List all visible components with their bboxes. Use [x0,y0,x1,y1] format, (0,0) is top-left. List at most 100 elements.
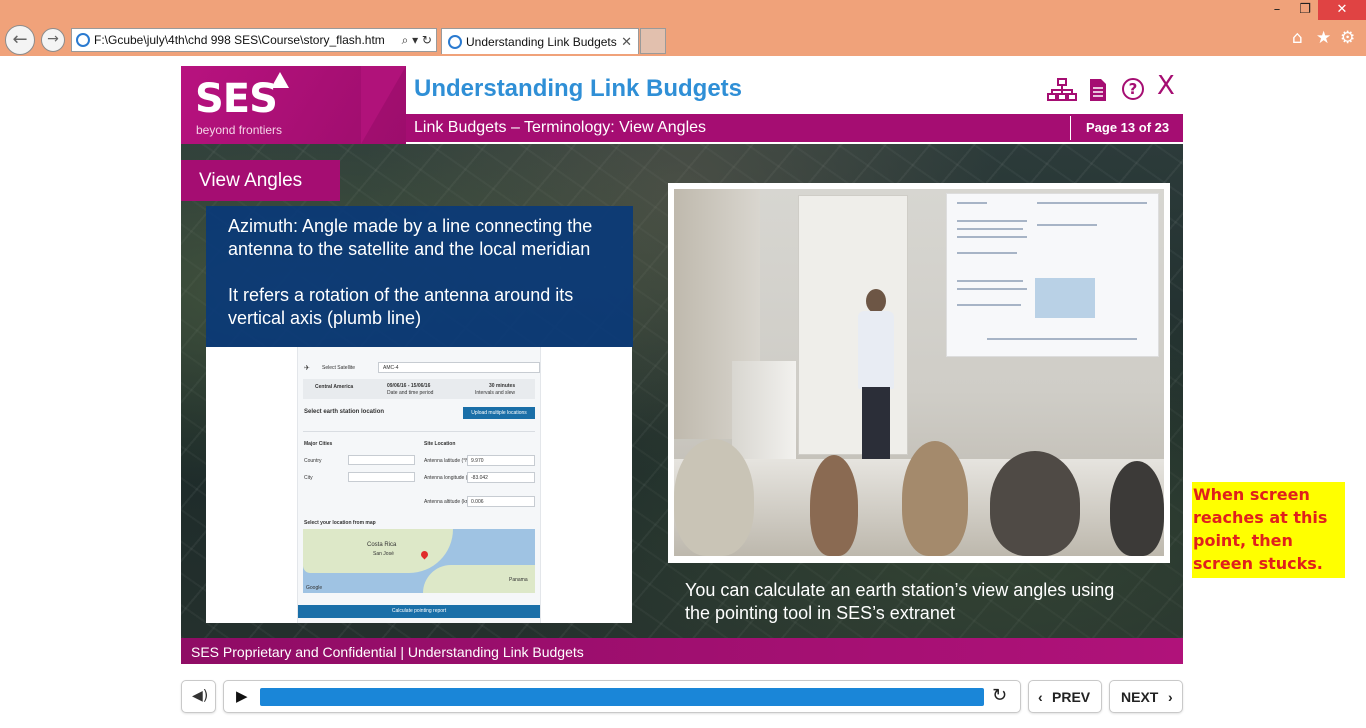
gear-icon[interactable]: ⚙ [1340,28,1355,48]
home-icon[interactable]: ⌂ [1292,28,1303,48]
annotation-note: When screen reaches at this point, then … [1192,482,1345,578]
logo-triangle-icon [271,72,289,88]
options-row: Central America 09/06/16 - 15/06/16 Date… [303,379,535,399]
country-label: Country [304,458,322,464]
longitude-value: -83.042 [471,475,488,481]
logo-wordmark: SES [195,76,278,122]
video-caption: You can calculate an earth station’s vie… [685,580,1115,623]
star-icon[interactable]: ★ [1316,28,1331,48]
play-icon[interactable]: ▶ [236,687,248,705]
screen-line [1037,224,1097,226]
prev-button[interactable]: ‹ PREV [1028,680,1102,713]
screen-line [957,220,1027,222]
satellite-select: AMC-4 [378,362,540,373]
close-icon[interactable]: X [1157,73,1175,99]
logo-tagline: beyond frontiers [196,123,283,137]
prev-chevron-icon: ‹ [1038,689,1043,705]
map-city-label: San José [373,551,394,557]
course-title: Understanding Link Budgets [414,75,743,102]
document-icon[interactable] [1089,78,1107,107]
playback-bar: ▶ ↻ [223,680,1021,713]
country-select [348,455,415,465]
course-stage: SES beyond frontiers Understanding Link … [181,66,1183,664]
satellite-value: AMC-4 [383,365,399,371]
map-panama-label: Panama [509,577,528,583]
next-chevron-icon: › [1168,689,1173,705]
screen-line [957,288,1027,290]
audience-member [674,439,754,556]
screen-line [957,236,1027,238]
lecture-video[interactable] [674,189,1164,556]
page-indicator: Page 13 of 23 [1086,120,1170,135]
window-close-icon[interactable]: ✕ [1318,0,1366,20]
volume-icon: ◀) [192,688,209,704]
date-range: 09/06/16 - 15/06/16 [387,383,431,389]
interval: 30 minutes [489,383,516,389]
prev-label: PREV [1052,689,1091,705]
audience-member [902,441,968,556]
new-tab-button[interactable] [640,28,666,54]
screen-line [1037,202,1147,204]
next-label: NEXT [1121,689,1159,705]
longitude-field: -83.042 [467,472,535,483]
city-label: City [304,475,313,481]
region-label: Central America [315,384,354,390]
major-cities-label: Major Cities [304,441,333,447]
definition-text-box: Azimuth: Angle made by a line connecting… [206,206,633,347]
tab-close-icon[interactable]: ✕ [621,29,632,55]
browser-tab[interactable]: Understanding Link Budgets ✕ [441,28,639,54]
slide-subtitle: Link Budgets – Terminology: View Angles [414,119,707,136]
minimize-icon[interactable]: – [1262,0,1292,20]
altitude-value: 0.006 [471,499,484,505]
forward-arrow-icon[interactable]: → [41,28,65,52]
replay-icon[interactable]: ↻ [992,685,1007,706]
screen-map [1035,278,1095,318]
latitude-field: 9.970 [467,455,535,466]
select-satellite-label: Select Satellite [322,365,356,371]
presenter-torso [858,311,894,389]
restore-icon[interactable]: ❐ [1290,0,1320,20]
header-slash [361,66,406,144]
city-select [348,472,415,482]
browser-chrome: ← → F:\Gcube\july\4th\chd 998 SES\Course… [0,0,1366,56]
address-bar[interactable]: F:\Gcube\july\4th\chd 998 SES\Course\sto… [71,28,437,52]
tab-title: Understanding Link Budgets [466,35,617,49]
help-icon[interactable]: ? [1122,78,1144,100]
earth-station-title: Select earth station location [304,409,385,415]
divider [303,431,535,432]
back-arrow-icon[interactable]: ← [5,25,35,55]
search-refresh-icons[interactable]: ⌕ ▾ ↻ [402,29,432,51]
pointing-tool-screenshot: ✈ Select Satellite AMC-4 Central America… [206,347,632,623]
progress-fill [260,688,984,706]
volume-button[interactable]: ◀) [181,680,216,713]
upload-locations-button: Upload multiple locations [463,407,535,419]
pointing-tool-form: ✈ Select Satellite AMC-4 Central America… [297,347,541,623]
ie-tab-icon [448,35,462,49]
satellite-icon: ✈ [304,365,310,372]
azimuth-definition: Azimuth: Angle made by a line connecting… [228,216,593,259]
progress-track[interactable] [260,688,984,706]
latitude-value: 9.970 [471,458,484,464]
location-map: Costa Rica San José Google Panama [303,529,535,593]
course-header: SES beyond frontiers Understanding Link … [181,66,1183,144]
calculate-report-button: Calculate pointing report [298,605,540,618]
screen-line [987,338,1137,340]
sitemap-icon[interactable] [1047,78,1077,107]
audience-member [1110,461,1164,556]
screen-line [957,304,1021,306]
audience-member [990,451,1080,556]
latitude-label: Antenna latitude (°N) [424,458,471,464]
divider [1070,116,1071,140]
altitude-label: Antenna altitude (km) [424,499,472,505]
screen-line [957,252,1017,254]
address-text: F:\Gcube\july\4th\chd 998 SES\Course\sto… [94,33,385,47]
google-logo: Google [306,585,323,591]
map-label: Select your location from map [304,520,376,526]
video-frame [668,183,1170,563]
ie-page-icon [76,33,90,47]
altitude-field: 0.006 [467,496,535,507]
next-button[interactable]: NEXT › [1109,680,1183,713]
site-location-label: Site Location [424,441,456,447]
subtitle-bar: Link Budgets – Terminology: View Angles … [406,114,1183,142]
section-label: View Angles [181,160,340,201]
